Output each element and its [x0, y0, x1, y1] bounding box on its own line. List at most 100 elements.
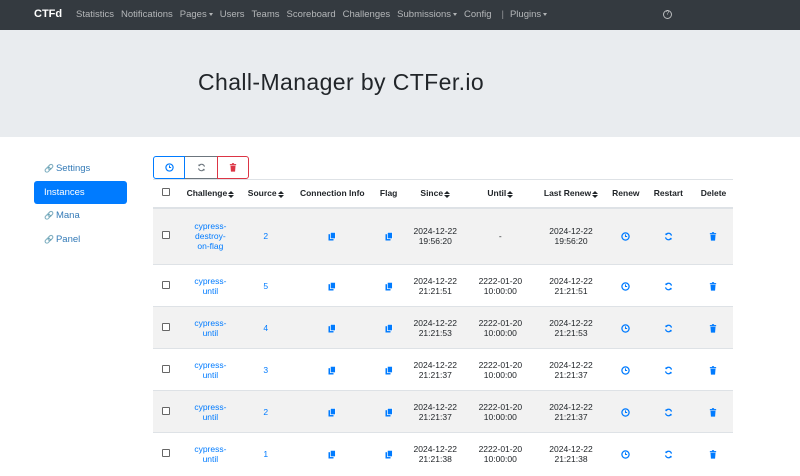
row-checkbox[interactable] — [162, 365, 170, 373]
sync-icon[interactable] — [664, 324, 673, 333]
clock-icon[interactable] — [621, 232, 630, 241]
nav-link-statistics[interactable]: Statistics — [76, 9, 114, 20]
trash-icon[interactable] — [709, 282, 717, 291]
renew-selected-button[interactable] — [153, 156, 185, 179]
challenge-link[interactable]: cypress-until — [180, 391, 241, 433]
trash-icon — [229, 163, 237, 172]
sync-icon[interactable] — [664, 366, 673, 375]
row-checkbox[interactable] — [162, 449, 170, 457]
page-header: Chall-Manager by CTFer.io — [0, 30, 800, 137]
last-renew-cell: 2024-12-2221:21:37 — [533, 391, 609, 433]
source-link[interactable]: 2 — [241, 208, 290, 265]
sync-icon[interactable] — [664, 450, 673, 459]
clock-icon[interactable] — [621, 366, 630, 375]
nav-link-users[interactable]: Users — [220, 9, 245, 20]
select-all-checkbox[interactable] — [162, 188, 170, 196]
brand-logo[interactable]: CTFd — [34, 8, 62, 20]
renew-cell — [609, 391, 643, 433]
sync-icon[interactable] — [664, 408, 673, 417]
delete-selected-button[interactable] — [217, 156, 249, 179]
nav-link-teams[interactable]: Teams — [252, 9, 280, 20]
renew-cell — [609, 433, 643, 475]
source-link[interactable]: 4 — [241, 307, 290, 349]
column-header-delete: Delete — [694, 180, 733, 208]
nav-link-challenges[interactable]: Challenges — [343, 9, 391, 20]
flag-cell — [374, 307, 403, 349]
clock-icon[interactable] — [621, 450, 630, 459]
copy-icon[interactable] — [385, 408, 393, 417]
copy-icon[interactable] — [328, 408, 336, 417]
nav-link-config[interactable]: Config — [464, 9, 491, 20]
trash-icon[interactable] — [709, 366, 717, 375]
source-link[interactable]: 2 — [241, 391, 290, 433]
source-link[interactable]: 5 — [241, 265, 290, 307]
flag-cell — [374, 433, 403, 475]
sync-icon[interactable] — [664, 282, 673, 291]
clock-icon[interactable] — [621, 408, 630, 417]
question-circle-icon[interactable]: ? — [663, 10, 672, 19]
delete-cell — [694, 349, 733, 391]
source-link[interactable]: 1 — [241, 433, 290, 475]
column-header-source[interactable]: Source — [241, 180, 290, 208]
row-checkbox[interactable] — [162, 407, 170, 415]
nav-link-submissions[interactable]: Submissions — [397, 9, 457, 20]
clock-icon[interactable] — [621, 324, 630, 333]
column-header-until[interactable]: Until — [468, 180, 534, 208]
copy-icon[interactable] — [328, 366, 336, 375]
row-checkbox[interactable] — [162, 323, 170, 331]
copy-icon[interactable] — [328, 324, 336, 333]
sidebar-item-mana[interactable]: 🔗Mana — [34, 204, 127, 227]
nav-link-notifications[interactable]: Notifications — [121, 9, 173, 20]
sidebar: 🔗Settings Instances 🔗Mana🔗Panel — [34, 157, 127, 251]
sidebar-item-settings[interactable]: 🔗Settings — [34, 157, 127, 180]
trash-icon[interactable] — [709, 450, 717, 459]
renew-cell — [609, 208, 643, 265]
nav-link-plugins[interactable]: Plugins — [510, 9, 547, 20]
trash-icon[interactable] — [709, 232, 717, 241]
column-header-flag: Flag — [374, 180, 403, 208]
flag-cell — [374, 391, 403, 433]
link-icon: 🔗 — [44, 211, 54, 220]
copy-icon[interactable] — [385, 232, 393, 241]
nav-link-pages[interactable]: Pages — [180, 9, 213, 20]
sidebar-item-instances[interactable]: Instances — [34, 181, 127, 204]
sidebar-item-label: Instances — [44, 187, 85, 198]
trash-icon[interactable] — [709, 324, 717, 333]
copy-icon[interactable] — [385, 450, 393, 459]
restart-cell — [643, 349, 694, 391]
delete-cell — [694, 307, 733, 349]
challenge-link[interactable]: cypress-until — [180, 433, 241, 475]
clock-icon[interactable] — [621, 282, 630, 291]
sync-icon[interactable] — [664, 232, 673, 241]
restart-selected-button[interactable] — [185, 156, 217, 179]
copy-icon[interactable] — [385, 282, 393, 291]
until-cell: 2222-01-2010:00:00 — [468, 265, 534, 307]
sort-icon — [278, 191, 284, 198]
row-checkbox[interactable] — [162, 281, 170, 289]
column-header-last-renew[interactable]: Last Renew — [533, 180, 609, 208]
nav-link-scoreboard[interactable]: Scoreboard — [287, 9, 336, 20]
column-header-since[interactable]: Since — [403, 180, 468, 208]
delete-cell — [694, 391, 733, 433]
copy-icon[interactable] — [328, 282, 336, 291]
challenge-link[interactable]: cypress-until — [180, 265, 241, 307]
row-checkbox[interactable] — [162, 231, 170, 239]
restart-cell — [643, 307, 694, 349]
sidebar-item-panel[interactable]: 🔗Panel — [34, 228, 127, 251]
copy-icon[interactable] — [385, 324, 393, 333]
source-link[interactable]: 3 — [241, 349, 290, 391]
copy-icon[interactable] — [328, 450, 336, 459]
copy-icon[interactable] — [385, 366, 393, 375]
copy-icon[interactable] — [328, 232, 336, 241]
delete-cell — [694, 265, 733, 307]
challenge-link[interactable]: cypress-destroy-on-flag — [180, 208, 241, 265]
trash-icon[interactable] — [709, 408, 717, 417]
challenge-link[interactable]: cypress-until — [180, 349, 241, 391]
challenge-link[interactable]: cypress-until — [180, 307, 241, 349]
since-cell: 2024-12-2221:21:37 — [403, 391, 468, 433]
page-title: Chall-Manager by CTFer.io — [198, 69, 484, 96]
table-row: cypress-until 2 2024-12-2221:21:37 2222-… — [153, 391, 733, 433]
column-header-challenge[interactable]: Challenge — [180, 180, 241, 208]
since-cell: 2024-12-2221:21:37 — [403, 349, 468, 391]
until-cell: 2222-01-2010:00:00 — [468, 391, 534, 433]
